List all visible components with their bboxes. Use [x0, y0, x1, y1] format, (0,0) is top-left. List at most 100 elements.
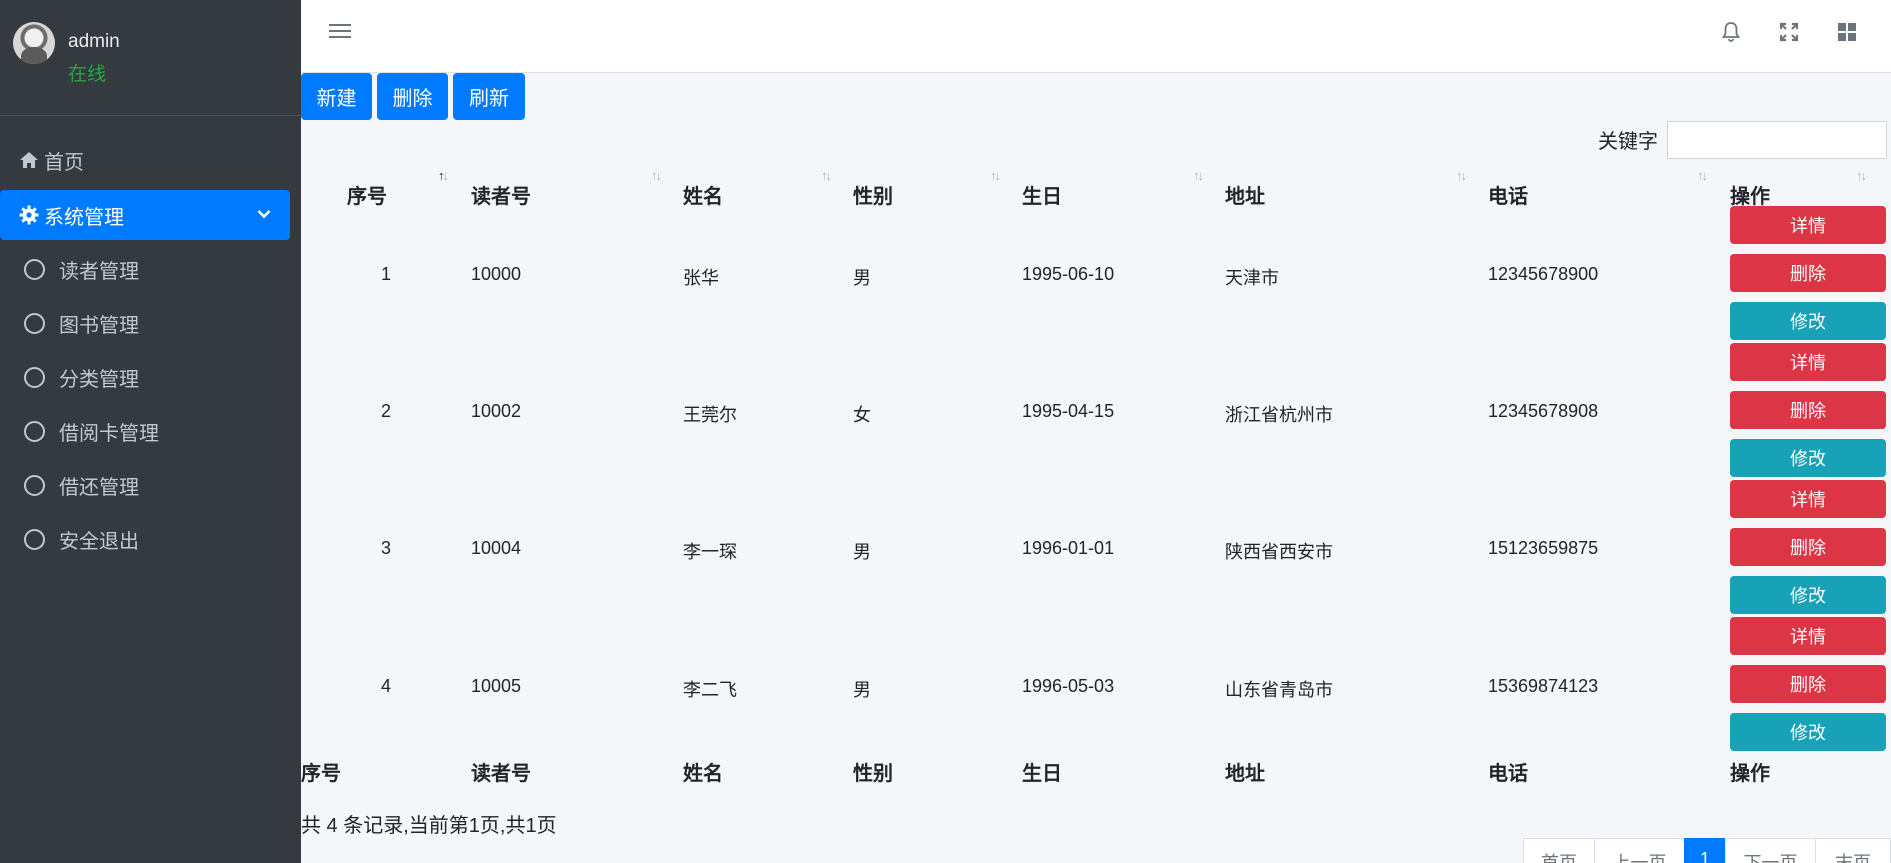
- table-cell-address: 浙江省杭州市: [1225, 405, 1333, 425]
- table-cell-reader-id: 10005: [471, 676, 522, 696]
- sidebar-item-home[interactable]: 首页: [0, 136, 301, 184]
- detail-button[interactable]: 详情: [1730, 617, 1886, 655]
- pagination-page-1[interactable]: 1: [1684, 838, 1726, 863]
- sidebar-item-borrow-return[interactable]: 借还管理: [0, 461, 301, 509]
- column-footer-birthday: 生日: [1022, 763, 1062, 785]
- table-cell-phone: 15123659875: [1488, 538, 1599, 558]
- pagination-prev[interactable]: 上一页: [1594, 838, 1685, 863]
- bell-icon[interactable]: [1719, 20, 1743, 44]
- sidebar-item-label: 图书管理: [59, 314, 139, 337]
- sidebar-item-label: 系统管理: [44, 206, 124, 229]
- circle-icon: [24, 366, 45, 388]
- table-cell-phone: 12345678900: [1488, 264, 1599, 284]
- user-name[interactable]: admin: [68, 31, 120, 53]
- sidebar-item-library-cards[interactable]: 借阅卡管理: [0, 407, 301, 455]
- pagination-last[interactable]: 末页: [1815, 838, 1891, 863]
- column-header-gender[interactable]: 性别: [853, 180, 893, 209]
- table-cell-address: 天津市: [1225, 268, 1279, 288]
- table-cell-gender: 女: [853, 405, 871, 425]
- keyword-input[interactable]: [1667, 121, 1887, 159]
- table-cell-gender: 男: [853, 542, 871, 562]
- column-header-birthday[interactable]: 生日: [1022, 180, 1062, 209]
- column-header-name[interactable]: 姓名: [683, 180, 723, 209]
- detail-button[interactable]: 详情: [1730, 480, 1886, 518]
- table-cell-name: 李二飞: [683, 680, 737, 700]
- column-header-reader-id[interactable]: 读者号: [471, 180, 531, 209]
- sidebar-item-categories[interactable]: 分类管理: [0, 353, 301, 401]
- sort-icon[interactable]: ↑↓: [1456, 168, 1467, 183]
- avatar[interactable]: [13, 22, 55, 64]
- edit-button[interactable]: 修改: [1730, 713, 1886, 751]
- column-header-actions[interactable]: 操作: [1730, 180, 1770, 209]
- circle-icon: [24, 258, 45, 280]
- circle-icon: [24, 420, 45, 442]
- column-footer-no: 序号: [301, 763, 341, 785]
- table-cell-gender: 男: [853, 680, 871, 700]
- detail-button[interactable]: 详情: [1730, 343, 1886, 381]
- sort-icon[interactable]: ↑↓: [821, 168, 832, 183]
- column-footer-actions: 操作: [1730, 763, 1770, 785]
- menu-toggle-icon[interactable]: [329, 20, 351, 42]
- row-delete-button[interactable]: 删除: [1730, 391, 1886, 429]
- table-cell-no: 3: [381, 538, 392, 558]
- sidebar-item-books[interactable]: 图书管理: [0, 299, 301, 347]
- table-cell-no: 4: [381, 676, 392, 696]
- sidebar-item-label: 首页: [44, 151, 84, 174]
- edit-button[interactable]: 修改: [1730, 576, 1886, 614]
- table-cell-name: 张华: [683, 268, 719, 288]
- table-cell-name: 王莞尔: [683, 405, 737, 425]
- column-header-address[interactable]: 地址: [1225, 180, 1265, 209]
- sidebar-item-readers[interactable]: 读者管理: [0, 245, 301, 293]
- column-footer-gender: 性别: [853, 763, 893, 785]
- edit-button[interactable]: 修改: [1730, 439, 1886, 477]
- table-cell-birthday: 1995-04-15: [1022, 401, 1115, 421]
- new-button[interactable]: 新建: [301, 73, 372, 120]
- sort-asc-icon[interactable]: ↑↓: [438, 168, 449, 183]
- delete-button[interactable]: 删除: [377, 73, 448, 120]
- row-delete-button[interactable]: 删除: [1730, 528, 1886, 566]
- sidebar-item-logout[interactable]: 安全退出: [0, 515, 301, 563]
- sidebar: admin 在线 首页 系统管理 读者管理 图书管理 分类管理 借阅卡管理 借还…: [0, 0, 301, 863]
- table-cell-reader-id: 10000: [471, 264, 522, 284]
- grid-apps-icon[interactable]: [1835, 20, 1859, 44]
- row-delete-button[interactable]: 删除: [1730, 665, 1886, 703]
- sidebar-item-system[interactable]: 系统管理: [0, 190, 290, 240]
- table-cell-phone: 15369874123: [1488, 676, 1599, 696]
- keyword-label: 关键字: [1598, 131, 1658, 153]
- sort-icon[interactable]: ↑↓: [990, 168, 1001, 183]
- detail-button[interactable]: 详情: [1730, 206, 1886, 244]
- column-header-phone[interactable]: 电话: [1488, 180, 1528, 209]
- sort-icon[interactable]: ↑↓: [1856, 168, 1867, 183]
- top-navbar: [301, 0, 1891, 73]
- refresh-button[interactable]: 刷新: [453, 73, 525, 120]
- sort-icon[interactable]: ↑↓: [1697, 168, 1708, 183]
- sidebar-item-label: 读者管理: [59, 260, 139, 283]
- table-cell-phone: 12345678908: [1488, 401, 1599, 421]
- sidebar-item-label: 安全退出: [59, 530, 139, 553]
- sidebar-item-label: 借还管理: [59, 476, 139, 499]
- table-cell-name: 李一琛: [683, 542, 737, 562]
- edit-button[interactable]: 修改: [1730, 302, 1886, 340]
- sort-icon[interactable]: ↑↓: [1193, 168, 1204, 183]
- gear-icon: [18, 204, 40, 226]
- sidebar-item-label: 分类管理: [59, 368, 139, 391]
- sort-icon[interactable]: ↑↓: [651, 168, 662, 183]
- fullscreen-icon[interactable]: [1777, 20, 1801, 44]
- table-cell-address: 山东省青岛市: [1225, 680, 1333, 700]
- record-summary: 共 4 条记录,当前第1页,共1页: [301, 815, 557, 837]
- column-header-no[interactable]: 序号: [347, 180, 387, 209]
- table-cell-no: 2: [381, 401, 392, 421]
- home-icon: [18, 149, 40, 171]
- table-cell-reader-id: 10004: [471, 538, 522, 558]
- table-cell-address: 陕西省西安市: [1225, 542, 1333, 562]
- circle-icon: [24, 474, 45, 496]
- pagination-first[interactable]: 首页: [1523, 838, 1595, 863]
- pagination-next[interactable]: 下一页: [1725, 838, 1816, 863]
- table-cell-no: 1: [381, 264, 392, 284]
- chevron-down-icon: [254, 204, 274, 224]
- row-delete-button[interactable]: 删除: [1730, 254, 1886, 292]
- table-cell-birthday: 1995-06-10: [1022, 264, 1115, 284]
- circle-icon: [24, 528, 45, 550]
- column-footer-reader-id: 读者号: [471, 763, 531, 785]
- column-footer-address: 地址: [1225, 763, 1265, 785]
